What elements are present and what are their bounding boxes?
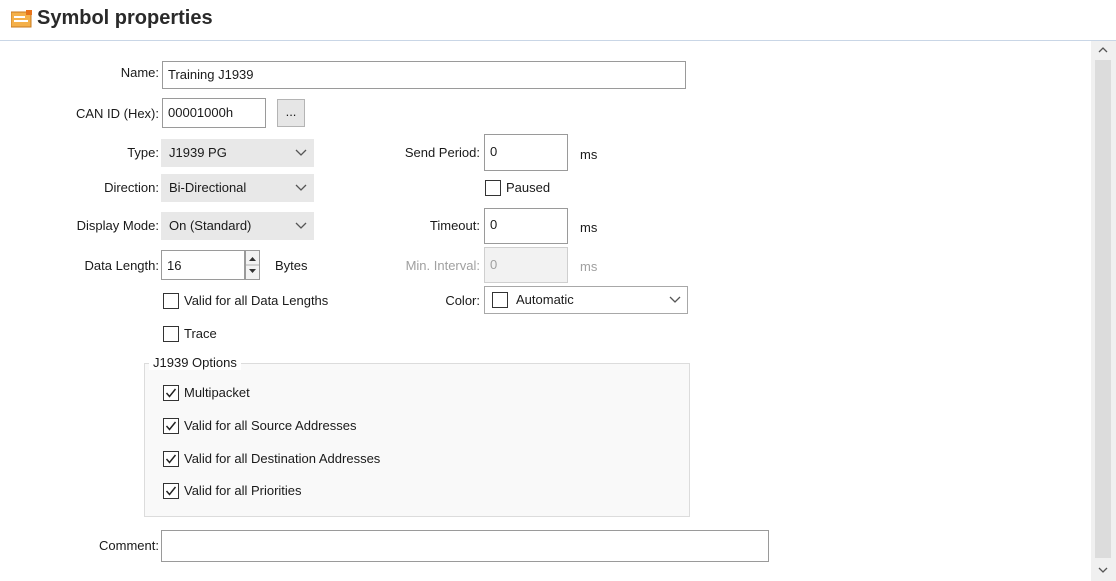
header-bar: Symbol properties <box>0 0 1116 41</box>
type-label: Type: <box>127 145 159 160</box>
min-interval-label: Min. Interval: <box>405 258 480 273</box>
timeout-unit: ms <box>580 220 598 235</box>
direction-value: Bi-Directional <box>169 180 247 195</box>
can-id-browse-button[interactable]: ... <box>277 99 305 127</box>
chevron-down-icon <box>295 222 307 229</box>
can-id-field[interactable]: 00001000h <box>162 98 266 128</box>
chevron-down-icon <box>295 184 307 191</box>
valid-destination-addresses-label: Valid for all Destination Addresses <box>184 451 381 466</box>
valid-all-lengths-label: Valid for all Data Lengths <box>184 293 329 308</box>
symbol-properties-icon <box>11 10 32 28</box>
comment-label: Comment: <box>99 538 159 553</box>
timeout-label: Timeout: <box>429 218 480 233</box>
can-id-label: CAN ID (Hex): <box>75 106 159 121</box>
send-period-unit: ms <box>580 147 598 162</box>
chevron-down-icon[interactable] <box>1097 564 1109 576</box>
name-label: Name: <box>120 65 159 80</box>
checkmark-icon <box>165 486 177 496</box>
type-select[interactable]: J1939 PG <box>161 139 314 167</box>
data-length-field[interactable]: 16 <box>161 250 245 280</box>
display-mode-label: Display Mode: <box>76 218 159 233</box>
color-label: Color: <box>445 293 480 308</box>
send-period-field[interactable]: 0 <box>484 134 568 171</box>
data-length-label: Data Length: <box>84 258 159 273</box>
checkmark-icon <box>165 421 177 431</box>
valid-source-addresses-checkbox[interactable] <box>163 418 179 434</box>
trace-checkbox[interactable] <box>163 326 179 342</box>
valid-priorities-label: Valid for all Priorities <box>184 483 302 498</box>
valid-all-lengths-checkbox[interactable] <box>163 293 179 309</box>
data-length-spinner[interactable] <box>245 250 260 280</box>
send-period-label: Send Period: <box>404 145 480 160</box>
direction-select[interactable]: Bi-Directional <box>161 174 314 202</box>
min-interval-unit: ms <box>580 259 598 274</box>
valid-destination-addresses-checkbox[interactable] <box>163 451 179 467</box>
display-mode-select[interactable]: On (Standard) <box>161 212 314 240</box>
direction-label: Direction: <box>104 180 159 195</box>
timeout-field[interactable]: 0 <box>484 208 568 244</box>
spin-arrows-icon <box>246 257 259 273</box>
checkmark-icon <box>165 454 177 464</box>
display-mode-value: On (Standard) <box>169 218 252 233</box>
chevron-down-icon <box>295 149 307 156</box>
color-swatch <box>492 292 508 308</box>
type-value: J1939 PG <box>169 145 227 160</box>
color-select[interactable]: Automatic <box>484 286 688 314</box>
multipacket-checkbox[interactable] <box>163 385 179 401</box>
paused-checkbox[interactable] <box>485 180 501 196</box>
chevron-up-icon[interactable] <box>1097 44 1109 56</box>
name-field[interactable]: Training J1939 <box>162 61 686 89</box>
j1939-options-title: J1939 Options <box>149 355 241 370</box>
valid-priorities-checkbox[interactable] <box>163 483 179 499</box>
data-length-unit: Bytes <box>275 258 308 273</box>
chevron-down-icon <box>669 296 681 303</box>
multipacket-label: Multipacket <box>184 385 250 400</box>
color-value: Automatic <box>516 292 574 307</box>
trace-label: Trace <box>184 326 217 341</box>
valid-source-addresses-label: Valid for all Source Addresses <box>184 418 357 433</box>
paused-label: Paused <box>506 180 551 195</box>
scrollbar-thumb[interactable] <box>1095 60 1111 558</box>
page-title: Symbol properties <box>37 7 213 29</box>
comment-field[interactable] <box>161 530 769 562</box>
min-interval-field: 0 <box>484 247 568 283</box>
checkmark-icon <box>165 388 177 398</box>
